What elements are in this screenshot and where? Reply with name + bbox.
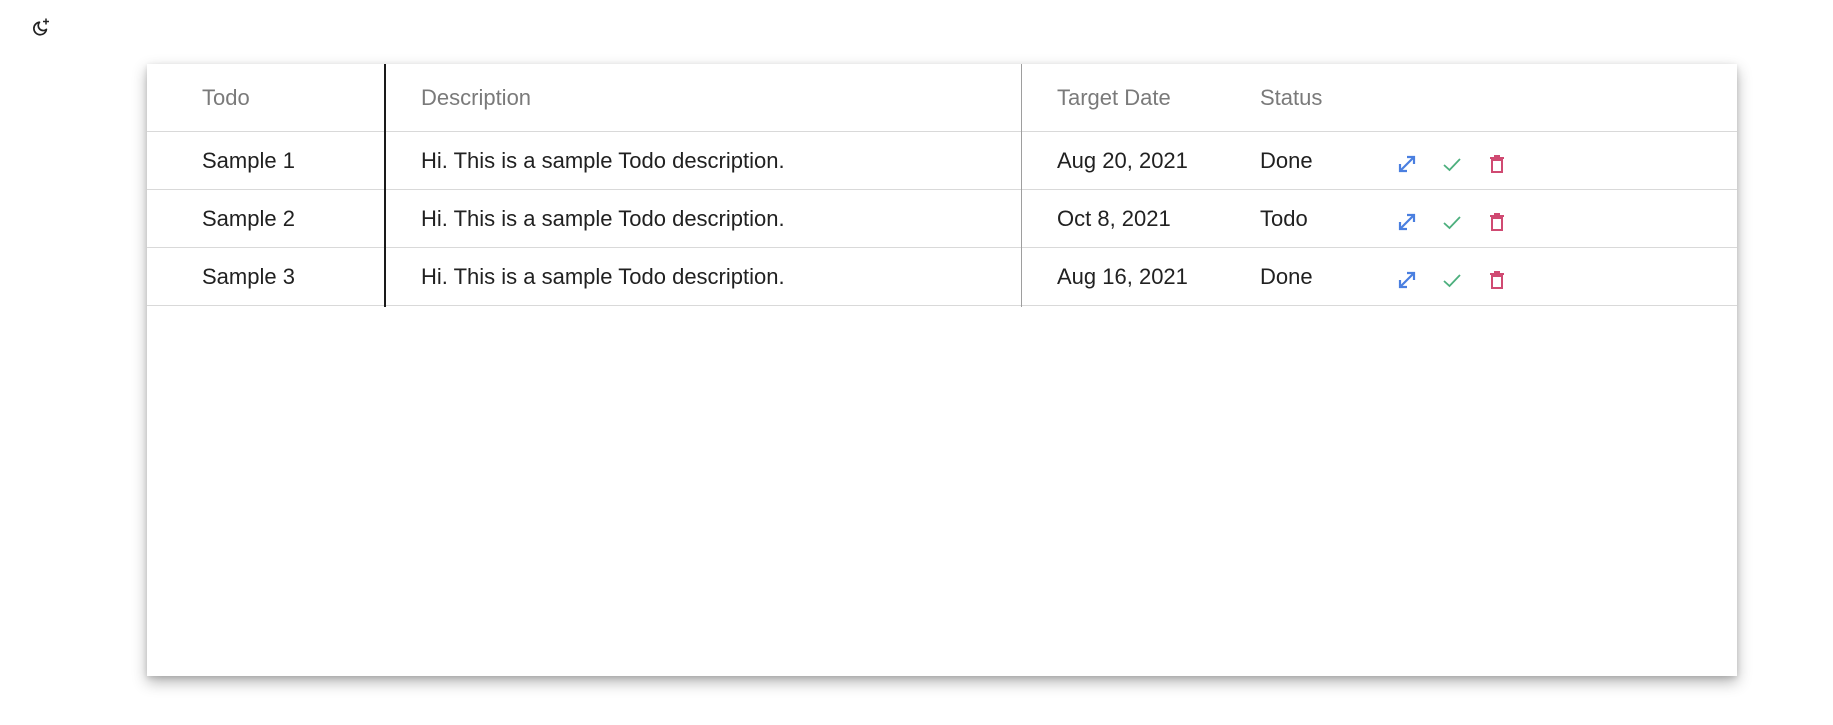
expand-button[interactable] [1392,262,1422,292]
check-icon [1443,273,1461,287]
status-cell: Todo [1260,205,1308,231]
description-cell: Hi. This is a sample Todo description. [421,147,785,173]
delete-button[interactable] [1482,146,1512,176]
description-cell: Hi. This is a sample Todo description. [421,205,785,231]
trash-icon [1490,154,1504,173]
todo-cell: Sample 2 [202,205,295,231]
delete-button[interactable] [1482,262,1512,292]
column-divider-todo[interactable] [384,64,386,307]
todo-table-card: Todo Description Target Date Status Samp… [147,64,1737,676]
theme-toggle-icon [33,18,49,36]
mark-done-button[interactable] [1437,146,1467,176]
status-cell: Done [1260,147,1313,173]
mark-done-button[interactable] [1437,204,1467,234]
mark-done-button[interactable] [1437,262,1467,292]
delete-button[interactable] [1482,204,1512,234]
target-date-cell: Aug 16, 2021 [1057,263,1188,289]
trash-icon [1490,270,1504,289]
check-icon [1443,157,1461,171]
expand-button[interactable] [1392,204,1422,234]
expand-icon [1398,271,1416,288]
description-cell: Hi. This is a sample Todo description. [421,263,785,289]
target-date-cell: Aug 20, 2021 [1057,147,1188,173]
theme-toggle-button[interactable] [29,16,53,40]
todo-table: Todo Description Target Date Status Samp… [147,64,1737,307]
expand-icon [1398,213,1416,230]
row-actions [1392,190,1592,247]
column-header-status: Status [1260,84,1323,110]
row-actions [1392,248,1592,305]
column-header-todo: Todo [202,84,250,110]
status-cell: Done [1260,263,1313,289]
column-divider-description[interactable] [1021,64,1022,307]
column-header-description: Description [421,84,532,110]
row-actions [1392,132,1592,189]
check-icon [1443,215,1461,229]
expand-button[interactable] [1392,146,1422,176]
trash-icon [1490,212,1504,231]
todo-cell: Sample 3 [202,263,295,289]
todo-cell: Sample 1 [202,147,295,173]
expand-icon [1398,155,1416,172]
column-header-target-date: Target Date [1057,84,1171,110]
target-date-cell: Oct 8, 2021 [1057,205,1171,231]
